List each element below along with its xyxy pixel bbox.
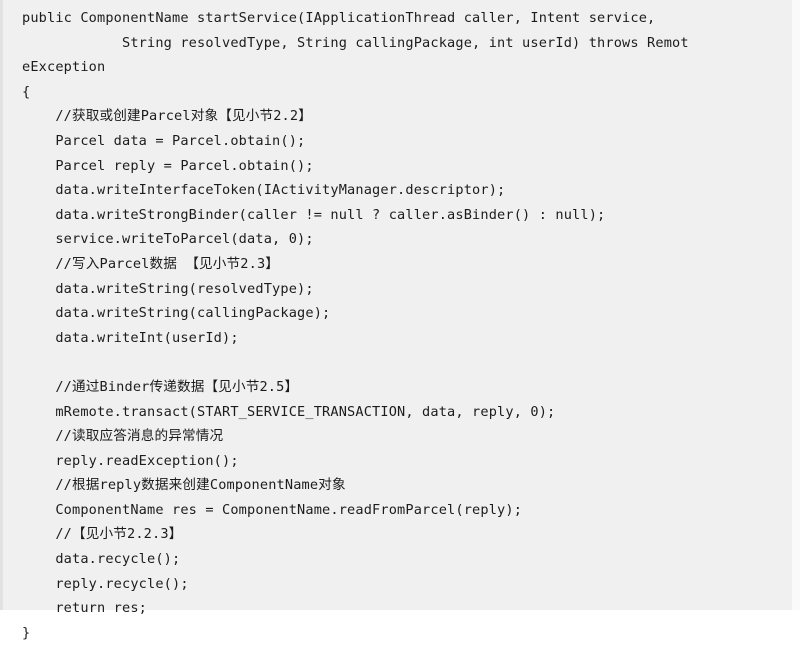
code-line: { xyxy=(22,83,31,100)
code-line: //通过Binder传递数据【见小节2.5】 xyxy=(22,378,299,395)
code-line: data.writeString(resolvedType); xyxy=(22,280,314,297)
code-line: data.writeString(callingPackage); xyxy=(22,305,331,322)
code-line: reply.readException(); xyxy=(22,452,239,469)
code-line: //获取或创建Parcel对象【见小节2.2】 xyxy=(22,108,312,125)
code-line: return res; xyxy=(22,600,148,617)
code-line: service.writeToParcel(data, 0); xyxy=(22,231,314,248)
code-line: public ComponentName startService(IAppli… xyxy=(22,10,656,26)
code-line: //【见小节2.2.3】 xyxy=(22,526,183,543)
code-line: //写入Parcel数据 【见小节2.3】 xyxy=(22,255,280,272)
code-line: //根据reply数据来创建ComponentName对象 xyxy=(22,477,346,494)
code-line: mRemote.transact(START_SERVICE_TRANSACTI… xyxy=(22,403,556,420)
code-line: } xyxy=(22,624,31,641)
code-line: data.writeInterfaceToken(IActivityManage… xyxy=(22,182,506,199)
code-line: reply.recycle(); xyxy=(22,575,189,592)
code-line: String resolvedType, String callingPacka… xyxy=(22,34,689,51)
code-line: eException xyxy=(22,59,106,76)
code-line: data.writeInt(userId); xyxy=(22,329,239,346)
code-line: Parcel reply = Parcel.obtain(); xyxy=(22,157,314,174)
code-listing[interactable]: public ComponentName startService(IAppli… xyxy=(3,6,800,645)
code-line: ComponentName res = ComponentName.readFr… xyxy=(22,501,523,518)
code-block: public ComponentName startService(IAppli… xyxy=(0,0,800,641)
code-line: data.writeStrongBinder(caller != null ? … xyxy=(22,206,606,223)
code-line: data.recycle(); xyxy=(22,551,181,568)
code-line: Parcel data = Parcel.obtain(); xyxy=(22,132,306,149)
code-line: //读取应答消息的异常情况 xyxy=(22,428,224,445)
